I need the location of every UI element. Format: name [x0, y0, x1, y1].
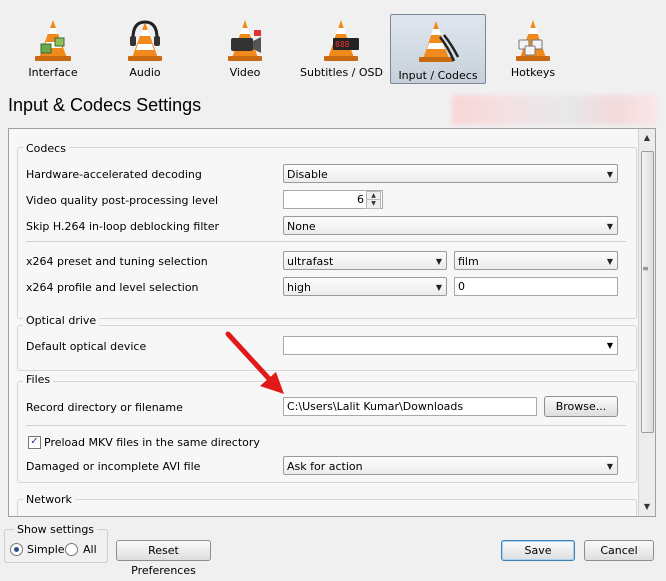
avi-value: Ask for action: [287, 460, 363, 473]
blurred-overlay: [452, 95, 657, 125]
tab-hotkeys[interactable]: Hotkeys: [494, 14, 572, 84]
tab-label: Video: [229, 66, 261, 79]
chevron-down-icon: ▼: [606, 462, 613, 471]
x264-profile-label: x264 profile and level selection: [26, 281, 199, 294]
x264-tune-select[interactable]: film ▼: [454, 251, 618, 270]
network-group: [17, 499, 637, 516]
optical-device-combo[interactable]: ▼: [283, 336, 618, 355]
all-radio[interactable]: [65, 543, 78, 556]
page-title: Input & Codecs Settings: [8, 95, 202, 115]
avi-label: Damaged or incomplete AVI file: [26, 460, 201, 473]
red-arrow-icon: [225, 331, 284, 394]
x264-preset-label: x264 preset and tuning selection: [26, 255, 208, 268]
interface-icon: [35, 20, 71, 61]
preload-mkv-label: Preload MKV files in the same directory: [44, 436, 260, 449]
tab-label: Input / Codecs: [398, 69, 478, 82]
tab-subtitles-osd[interactable]: 888 Subtitles / OSD: [300, 14, 383, 84]
tab-label: Subtitles / OSD: [300, 66, 383, 79]
chevron-down-icon: ▼: [435, 283, 442, 292]
browse-button[interactable]: Browse...: [544, 396, 618, 417]
scroll-up-icon[interactable]: ▲: [639, 131, 655, 145]
chevron-down-icon: ▼: [606, 257, 613, 266]
hw-decoding-value: Disable: [287, 168, 328, 181]
tab-label: Hotkeys: [510, 66, 556, 79]
svg-text:888: 888: [335, 40, 350, 49]
group-title-optical: Optical drive: [23, 314, 100, 327]
divider: [26, 241, 626, 242]
record-dir-field[interactable]: C:\Users\Lalit Kumar\Downloads: [283, 397, 537, 416]
radio-selected-dot: [14, 547, 19, 552]
x264-profile-value: high: [287, 281, 311, 294]
cancel-button[interactable]: Cancel: [584, 540, 654, 561]
preferences-toolbar: Interface Audio Video 888 Subtitles / OS…: [0, 0, 666, 90]
all-label: All: [83, 543, 97, 556]
simple-radio[interactable]: [10, 543, 23, 556]
postproc-value: 6: [357, 193, 364, 206]
settings-scroll-area[interactable]: Codecs Hardware-accelerated decoding Dis…: [8, 128, 656, 517]
group-title-files: Files: [23, 373, 54, 386]
preload-mkv-checkbox[interactable]: ✓: [28, 436, 41, 449]
scrollbar-thumb[interactable]: [641, 151, 654, 433]
skip-h264-label: Skip H.264 in-loop deblocking filter: [26, 220, 219, 233]
show-settings-label: Show settings: [14, 523, 98, 536]
skip-h264-select[interactable]: None ▼: [283, 216, 618, 235]
video-icon: [228, 20, 262, 61]
tab-video[interactable]: Video: [206, 14, 284, 84]
audio-icon: [128, 20, 162, 61]
hotkeys-icon: [516, 20, 550, 61]
x264-level-field[interactable]: 0: [454, 277, 618, 296]
x264-profile-select[interactable]: high ▼: [283, 277, 447, 296]
x264-preset-select[interactable]: ultrafast ▼: [283, 251, 447, 270]
x264-tune-value: film: [458, 255, 479, 268]
optical-device-label: Default optical device: [26, 340, 147, 353]
hw-decoding-label: Hardware-accelerated decoding: [26, 168, 202, 181]
chevron-down-icon: ▼: [606, 170, 613, 179]
tab-input-codecs[interactable]: Input / Codecs: [390, 14, 486, 84]
spin-down-icon[interactable]: ▼: [366, 199, 381, 209]
tab-audio[interactable]: Audio: [106, 14, 184, 84]
simple-label: Simple: [27, 543, 65, 556]
group-title-network: Network: [23, 493, 75, 506]
subtitles-icon: 888: [324, 20, 359, 61]
chevron-down-icon: ▼: [606, 341, 613, 350]
vertical-scrollbar[interactable]: ▲ ≡ ▼: [638, 129, 655, 516]
grip-icon: ≡: [642, 264, 649, 273]
tab-label: Interface: [28, 66, 78, 79]
group-title-codecs: Codecs: [23, 142, 69, 155]
avi-select[interactable]: Ask for action ▼: [283, 456, 618, 475]
reset-preferences-button[interactable]: Reset Preferences: [116, 540, 211, 577]
tab-label: Audio: [129, 66, 161, 79]
postproc-label: Video quality post-processing level: [26, 194, 219, 207]
skip-h264-value: None: [287, 220, 316, 233]
scroll-down-icon[interactable]: ▼: [639, 500, 655, 514]
save-button[interactable]: Save: [501, 540, 575, 561]
hw-decoding-select[interactable]: Disable ▼: [283, 164, 618, 183]
chevron-down-icon: ▼: [606, 222, 613, 231]
input-codecs-icon: [419, 21, 460, 62]
chevron-down-icon: ▼: [435, 257, 442, 266]
postproc-spinbox[interactable]: 6 ▲ ▼: [283, 190, 383, 209]
record-dir-label: Record directory or filename: [26, 401, 183, 414]
x264-preset-value: ultrafast: [287, 255, 334, 268]
divider: [26, 425, 626, 426]
tab-interface[interactable]: Interface: [14, 14, 92, 84]
